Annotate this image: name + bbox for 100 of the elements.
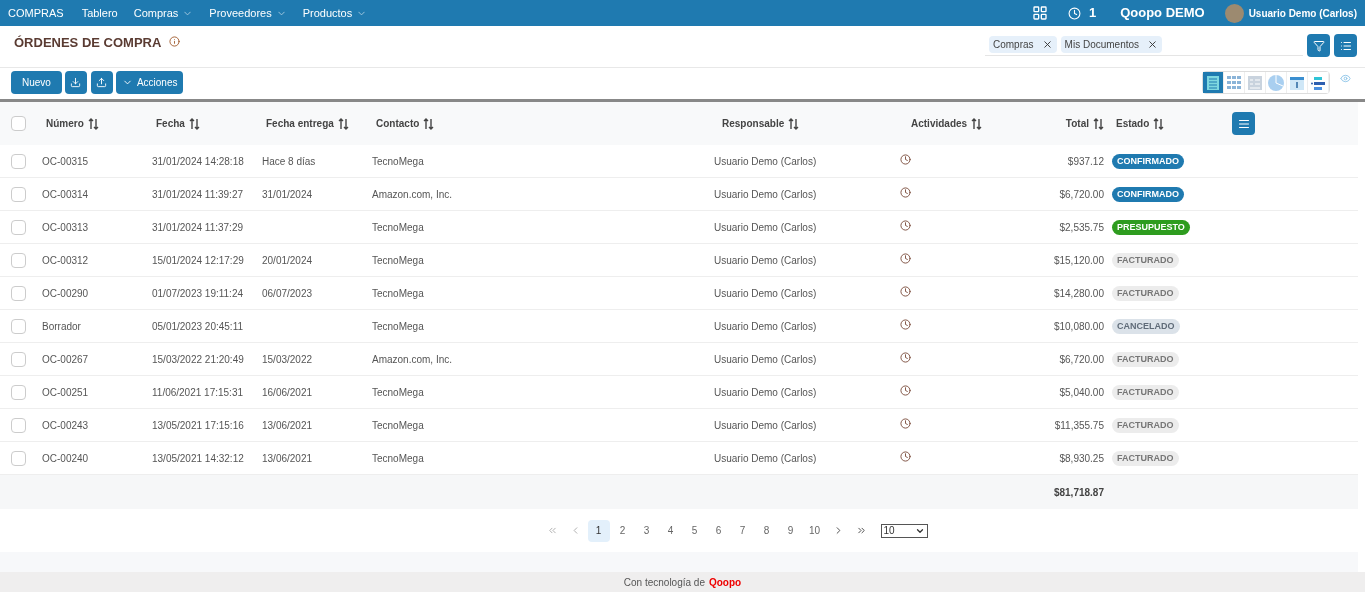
- table-cell: 13/06/2021: [262, 452, 313, 464]
- upload-button[interactable]: [90, 71, 113, 94]
- page-button[interactable]: 7: [731, 519, 754, 542]
- last-page-icon[interactable]: [855, 525, 867, 536]
- page-button[interactable]: 3: [635, 519, 658, 542]
- company-name[interactable]: Qoopo DEMO: [1120, 3, 1205, 23]
- table-cell: Usuario Demo (Carlos): [714, 320, 817, 332]
- page-button[interactable]: 2: [611, 519, 634, 542]
- table-cell[interactable]: OC-00240: [42, 450, 152, 466]
- page-button[interactable]: 6: [707, 519, 730, 542]
- column-header[interactable]: Responsable: [718, 116, 907, 131]
- sort-icon[interactable]: [87, 117, 99, 130]
- row-checkbox[interactable]: [11, 153, 26, 169]
- clock-icon[interactable]: [900, 451, 911, 462]
- apps-icon[interactable]: [1031, 5, 1048, 21]
- user-name[interactable]: Usuario Demo (Carlos): [1248, 5, 1357, 21]
- filter-chip[interactable]: Compras: [989, 36, 1057, 53]
- row-checkbox[interactable]: [11, 450, 26, 466]
- table-cell: Usuario Demo (Carlos): [714, 287, 817, 299]
- columns-button[interactable]: [1232, 112, 1255, 135]
- filter-button[interactable]: [1307, 34, 1330, 57]
- filter-chip[interactable]: Mis Documentos: [1060, 36, 1163, 53]
- page-button[interactable]: 5: [683, 519, 706, 542]
- info-icon[interactable]: [169, 36, 181, 47]
- column-header[interactable]: Contacto: [372, 116, 718, 131]
- page-button[interactable]: 8: [755, 519, 778, 542]
- footer-brand[interactable]: Qoopo: [708, 574, 742, 590]
- sort-icon[interactable]: [788, 117, 800, 130]
- table-cell-text: $10,080.00: [1053, 319, 1104, 334]
- view-mode-button[interactable]: [1308, 72, 1329, 93]
- row-checkbox[interactable]: [11, 252, 26, 268]
- status-badge: CONFIRMADO: [1112, 186, 1184, 203]
- page-size-select[interactable]: 10: [880, 523, 928, 538]
- list-icon: [1339, 39, 1352, 52]
- row-checkbox[interactable]: [11, 417, 26, 433]
- sort-icon[interactable]: [971, 117, 983, 130]
- clock-icon[interactable]: [900, 385, 911, 396]
- column-header[interactable]: Fecha: [152, 116, 262, 131]
- table-cell[interactable]: OC-00312: [42, 252, 152, 268]
- table-cell[interactable]: Borrador: [42, 318, 152, 334]
- sort-icon[interactable]: [423, 117, 435, 130]
- filter-field[interactable]: Compras Mis Documentos: [985, 34, 1303, 56]
- table-cell-text: $2,535.75: [1059, 220, 1104, 235]
- page-button[interactable]: 1: [587, 519, 610, 542]
- column-header[interactable]: Total: [1017, 116, 1112, 131]
- sort-icon[interactable]: [1153, 117, 1165, 130]
- row-checkbox[interactable]: [11, 219, 26, 235]
- row-checkbox[interactable]: [11, 384, 26, 400]
- clock-icon[interactable]: [900, 253, 911, 264]
- column-header[interactable]: Fecha entrega: [262, 116, 372, 131]
- clock-icon[interactable]: [900, 352, 911, 363]
- status-badge: PRESUPUESTO: [1112, 219, 1190, 236]
- column-header[interactable]: Número: [42, 116, 152, 131]
- table-cell: Usuario Demo (Carlos): [714, 452, 817, 464]
- list-icon: [1237, 117, 1250, 130]
- row-checkbox[interactable]: [11, 186, 26, 202]
- table-cell[interactable]: OC-00251: [42, 384, 152, 400]
- menu-item[interactable]: Productos: [302, 4, 368, 22]
- download-button[interactable]: [64, 71, 87, 94]
- table-cell-text: $11,355.75: [1054, 418, 1104, 433]
- close-icon: [1041, 39, 1053, 50]
- menu-item[interactable]: Tablero: [81, 4, 118, 22]
- page-button[interactable]: 9: [779, 519, 802, 542]
- clock-icon[interactable]: [900, 220, 911, 231]
- upload-icon: [96, 77, 108, 88]
- table-cell: Usuario Demo (Carlos): [714, 386, 817, 398]
- menu-item[interactable]: Proveedores: [209, 4, 287, 22]
- clock-icon[interactable]: [900, 418, 911, 429]
- page-button[interactable]: 4: [659, 519, 682, 542]
- sort-icon[interactable]: [188, 117, 200, 130]
- clock-icon[interactable]: [900, 187, 911, 198]
- row-checkbox[interactable]: [11, 351, 26, 367]
- clock-icon[interactable]: [900, 319, 911, 330]
- select-all-checkbox[interactable]: [11, 116, 26, 131]
- column-header[interactable]: Actividades: [907, 116, 1017, 131]
- table-cell[interactable]: OC-00290: [42, 285, 152, 301]
- actions-button[interactable]: Acciones: [115, 71, 184, 94]
- clock-icon[interactable]: [900, 286, 911, 297]
- table-cell[interactable]: OC-00315: [42, 153, 152, 169]
- sort-icon[interactable]: [337, 117, 349, 130]
- view-mode-button[interactable]: [1203, 72, 1224, 93]
- table-cell: Usuario Demo (Carlos): [714, 221, 817, 233]
- table-cell[interactable]: OC-00314: [42, 186, 152, 202]
- page-button[interactable]: 10: [803, 519, 826, 542]
- row-checkbox[interactable]: [11, 285, 26, 301]
- menu-button[interactable]: [1334, 34, 1357, 57]
- table-cell: 16/06/2021: [262, 386, 313, 398]
- page-title: ÓRDENES DE COMPRA: [14, 34, 162, 52]
- table-cell[interactable]: OC-00267: [42, 351, 152, 367]
- menu-item[interactable]: Compras: [133, 4, 194, 22]
- app-name[interactable]: COMPRAS: [8, 4, 64, 22]
- table-cell[interactable]: OC-00313: [42, 219, 152, 235]
- table-cell[interactable]: OC-00243: [42, 417, 152, 433]
- view-mode-button[interactable]: [1287, 72, 1308, 93]
- column-header[interactable]: Estado: [1112, 116, 1232, 131]
- new-button[interactable]: Nuevo: [11, 71, 62, 94]
- clock-icon[interactable]: [900, 154, 911, 165]
- activity-count[interactable]: 1: [1088, 3, 1097, 23]
- row-checkbox[interactable]: [11, 318, 26, 334]
- sort-icon[interactable]: [1093, 117, 1104, 130]
